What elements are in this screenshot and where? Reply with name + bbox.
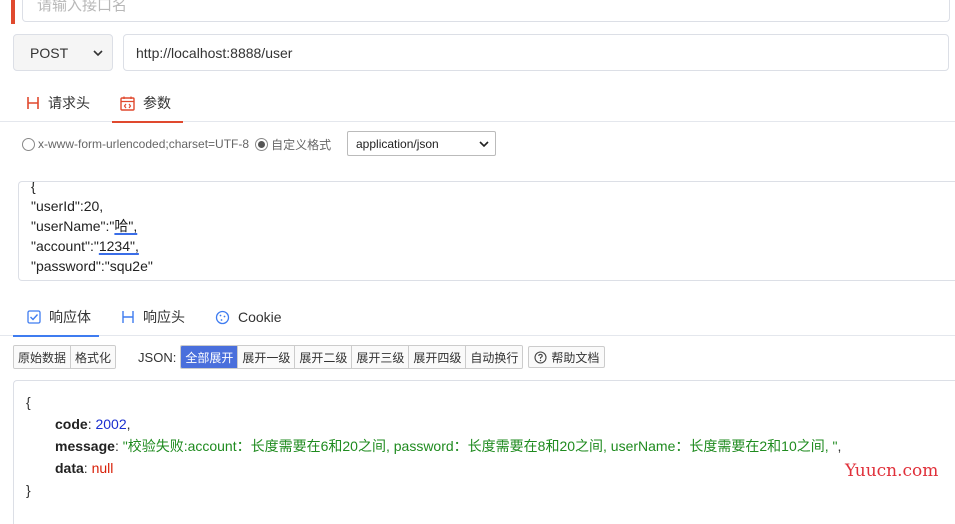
request-body-editor[interactable]: { "userId":20, "userName":"哈", "account"… — [18, 181, 955, 281]
api-name-row — [0, 0, 955, 24]
radio-form-urlencoded[interactable]: x-www-form-urlencoded;charset=UTF-8 — [22, 137, 249, 151]
calendar-code-icon — [120, 96, 135, 111]
h-heading-icon — [121, 310, 135, 324]
expand-level-4-button[interactable]: 展开四级 — [409, 346, 467, 368]
chevron-down-icon — [479, 141, 489, 148]
expand-group: 全部展开 展开一级 展开二级 展开三级 展开四级 自动换行 — [180, 345, 524, 369]
json-field-data: data: null — [55, 460, 114, 476]
tab-label: 响应体 — [49, 309, 91, 325]
body-line: "account":"1234", — [31, 238, 139, 254]
json-label: JSON: — [138, 349, 177, 365]
response-toolbar: 原始数据 格式化 JSON: 全部展开 展开一级 展开二级 展开三级 展开四级 … — [13, 345, 606, 369]
response-tabs: 响应体 响应头 Cookie — [0, 298, 955, 337]
cookie-icon — [215, 310, 230, 325]
content-type-select[interactable]: application/json — [347, 131, 496, 156]
question-circle-icon — [534, 350, 547, 364]
tab-label: Cookie — [238, 309, 282, 325]
body-line: "password":"squ2e" — [31, 258, 153, 274]
content-type-value: application/json — [356, 136, 439, 151]
help-label: 帮助文档 — [551, 350, 600, 365]
tab-request-headers[interactable]: 请求头 — [26, 84, 90, 122]
spellcheck-underline: 哈", — [114, 218, 138, 234]
tab-response-headers[interactable]: 响应头 — [121, 298, 185, 336]
json-field-message: message: "校验失败:account：长度需要在6和20之间, pass… — [55, 438, 842, 454]
body-line: } — [31, 276, 153, 280]
help-docs-button[interactable]: 帮助文档 — [528, 346, 606, 368]
response-json-viewer: { code: 2002, message: "校验失败:account：长度需… — [13, 380, 955, 524]
required-marker — [11, 0, 15, 24]
expand-level-2-button[interactable]: 展开二级 — [295, 346, 353, 368]
raw-data-button[interactable]: 原始数据 — [14, 346, 72, 368]
json-field-code: code: 2002, — [55, 416, 131, 432]
method-select[interactable]: POST — [13, 34, 113, 71]
expand-all-button[interactable]: 全部展开 — [181, 346, 239, 368]
tab-params[interactable]: 参数 — [112, 84, 183, 123]
body-line: "userId":20, — [31, 198, 104, 214]
url-value: http://localhost:8888/user — [136, 44, 293, 61]
spellcheck-underline: 1234", — [98, 238, 139, 254]
h-heading-icon — [26, 96, 40, 110]
response-json-text: { code: 2002, message: "校验失败:account：长度需… — [26, 391, 841, 501]
api-name-input[interactable] — [22, 0, 950, 22]
radio-circle — [255, 137, 269, 151]
chevron-down-icon — [93, 50, 103, 57]
word-wrap-button[interactable]: 自动换行 — [466, 346, 523, 368]
content-type-options: x-www-form-urlencoded;charset=UTF-8 自定义格… — [22, 131, 337, 157]
request-tabs: 请求头 参数 — [0, 84, 955, 123]
view-mode-group: 原始数据 格式化 — [13, 345, 117, 369]
radio-label: 自定义格式 — [271, 137, 332, 152]
watermark: Yuucn.com — [845, 461, 939, 481]
json-open-brace: { — [26, 394, 31, 410]
expand-level-1-button[interactable]: 展开一级 — [238, 346, 296, 368]
expand-level-3-button[interactable]: 展开三级 — [352, 346, 410, 368]
checkbox-icon — [27, 310, 41, 324]
request-body-text: { "userId":20, "userName":"哈", "account"… — [31, 181, 153, 280]
tab-label: 响应头 — [143, 309, 185, 325]
body-line: { — [31, 181, 36, 194]
json-close-brace: } — [26, 482, 31, 498]
tab-cookie[interactable]: Cookie — [215, 298, 282, 336]
body-line: "userName":"哈", — [31, 218, 138, 234]
tab-label: 参数 — [143, 95, 171, 111]
radio-circle — [22, 137, 35, 151]
radio-label: x-www-form-urlencoded;charset=UTF-8 — [38, 137, 250, 151]
url-input[interactable]: http://localhost:8888/user — [123, 34, 949, 71]
tab-label: 请求头 — [48, 95, 90, 111]
format-button[interactable]: 格式化 — [71, 346, 116, 368]
radio-custom-format[interactable]: 自定义格式 — [255, 136, 331, 153]
method-value: POST — [30, 44, 69, 61]
tab-response-body[interactable]: 响应体 — [13, 298, 99, 337]
